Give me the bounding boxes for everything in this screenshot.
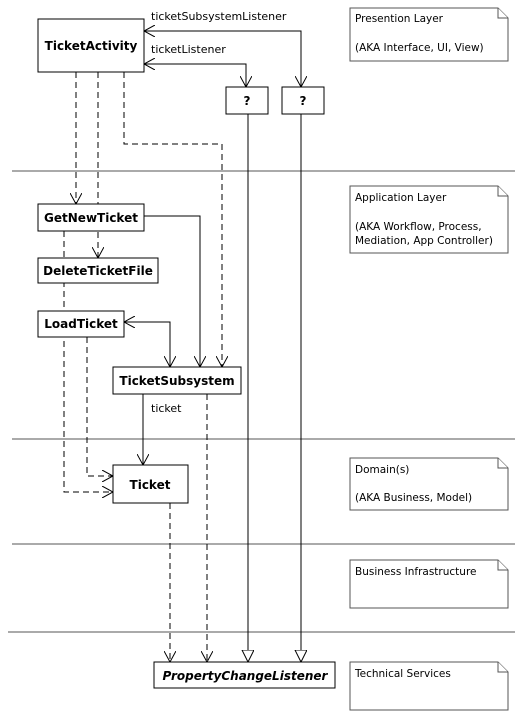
note-subtitle: (AKA Workflow, Process, <box>355 221 482 233</box>
class-name: GetNewTicket <box>44 211 138 225</box>
layered-architecture-diagram: Presention Layer (AKA Interface, UI, Vie… <box>8 7 515 711</box>
note-subtitle: (AKA Interface, UI, View) <box>355 42 484 54</box>
class-name: TicketActivity <box>45 39 138 53</box>
note-business-infrastructure: Business Infrastructure <box>349 559 509 609</box>
interface-property-change-listener[interactable]: PropertyChangeListener <box>153 661 336 689</box>
class-name: PropertyChangeListener <box>163 669 329 683</box>
class-load-ticket[interactable]: LoadTicket <box>37 310 125 338</box>
label-ticket: ticket <box>151 402 182 415</box>
class-unknown-2[interactable]: ? <box>281 86 325 115</box>
note-title: Business Infrastructure <box>355 566 477 578</box>
note-technical-services: Technical Services <box>349 661 509 711</box>
dependency-loadticket-ticket <box>86 337 113 476</box>
class-unknown-1[interactable]: ? <box>225 86 269 115</box>
note-title: Domain(s) <box>355 464 409 476</box>
class-name: DeleteTicketFile <box>43 264 153 278</box>
note-title: Presention Layer <box>355 13 444 25</box>
note-subtitle: Mediation, App Controller) <box>355 235 493 247</box>
note-subtitle: (AKA Business, Model) <box>355 492 472 504</box>
class-ticket-activity[interactable]: TicketActivity <box>37 18 145 73</box>
class-name: ? <box>300 94 307 108</box>
association-getnewticket-subsystem <box>144 215 200 367</box>
label-ticket-subsystem-listener: ticketSubsystemListener <box>151 10 287 23</box>
class-ticket-subsystem[interactable]: TicketSubsystem <box>112 366 242 395</box>
association-ticket-subsystem-listener <box>144 31 302 87</box>
association-loadticket <box>124 322 171 367</box>
note-presentation-layer: Presention Layer (AKA Interface, UI, Vie… <box>349 7 509 62</box>
class-delete-ticket-file[interactable]: DeleteTicketFile <box>37 257 159 284</box>
class-name: LoadTicket <box>44 317 118 331</box>
note-title: Application Layer <box>355 192 447 204</box>
class-ticket[interactable]: Ticket <box>112 464 189 504</box>
note-application-layer: Application Layer (AKA Workflow, Process… <box>349 185 509 254</box>
association-ticket-listener <box>144 64 247 87</box>
class-get-new-ticket[interactable]: GetNewTicket <box>37 203 145 232</box>
label-ticket-listener: ticketListener <box>151 43 226 56</box>
class-name: Ticket <box>130 478 171 492</box>
class-name: TicketSubsystem <box>119 374 234 388</box>
note-title: Technical Services <box>354 668 451 680</box>
class-name: ? <box>244 94 251 108</box>
note-domain-layer: Domain(s) (AKA Business, Model) <box>349 457 509 511</box>
